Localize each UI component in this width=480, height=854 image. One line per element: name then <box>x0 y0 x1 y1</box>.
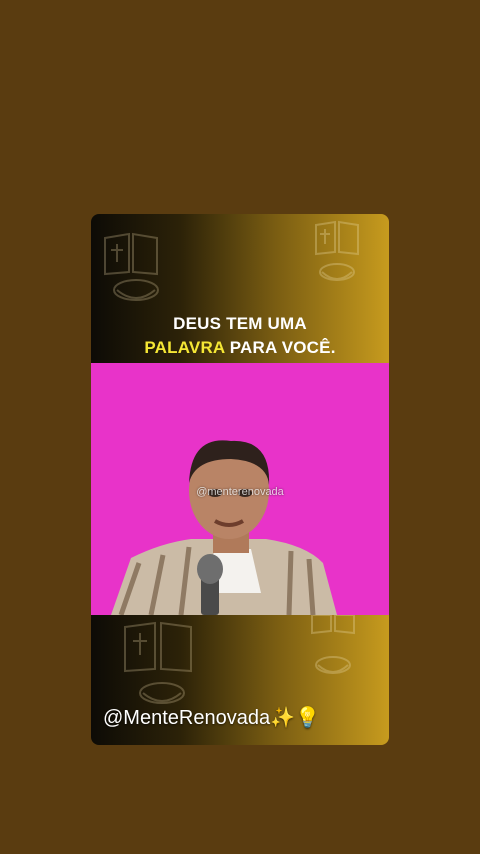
bread-basket-icon <box>113 279 159 301</box>
bible-icon <box>315 220 359 256</box>
video-frame[interactable]: @menterenovada <box>91 363 389 615</box>
bread-basket-icon <box>319 263 355 281</box>
headline-line-2-rest: PARA VOCÊ. <box>229 338 336 357</box>
footer-band: @MenteRenovada✨💡 <box>91 615 389 745</box>
bible-icon <box>124 621 192 673</box>
headline-line-1: DEUS TEM UMA <box>173 314 307 333</box>
video-watermark: @menterenovada <box>196 486 284 498</box>
bread-basket-icon <box>315 656 351 674</box>
headline: DEUS TEM UMA PALAVRA PARA VOCÊ. <box>91 312 389 360</box>
bible-icon <box>311 615 355 635</box>
headline-line-2: PALAVRA PARA VOCÊ. <box>91 336 389 360</box>
bible-icon <box>104 232 158 276</box>
channel-handle[interactable]: @MenteRenovada✨💡 <box>103 705 320 730</box>
video-card[interactable]: DEUS TEM UMA PALAVRA PARA VOCÊ. @mentere… <box>91 214 389 745</box>
headline-highlight: PALAVRA <box>144 338 225 357</box>
title-band: DEUS TEM UMA PALAVRA PARA VOCÊ. <box>91 214 389 363</box>
